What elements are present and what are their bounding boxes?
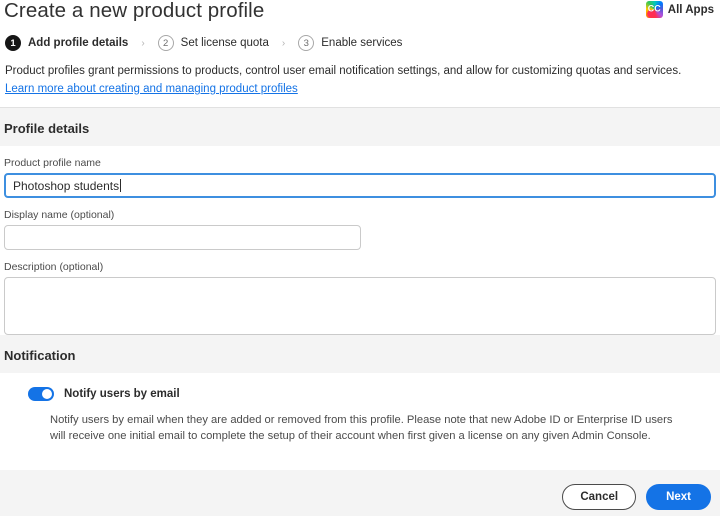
description-textarea[interactable] — [4, 277, 716, 335]
step-2-label: Set license quota — [180, 37, 269, 49]
step-enable-services[interactable]: 3 Enable services — [298, 35, 402, 51]
next-button[interactable]: Next — [646, 484, 711, 510]
step-separator-1: › — [141, 37, 145, 49]
notify-users-row: Notify users by email — [4, 387, 716, 401]
field-display-name: Display name (optional) — [4, 198, 716, 250]
step-3-badge: 3 — [298, 35, 315, 51]
product-profile-name-input[interactable]: Photoshop students — [4, 173, 716, 198]
step-set-license-quota[interactable]: 2 Set license quota — [157, 35, 269, 51]
page-title: Create a new product profile — [4, 0, 265, 22]
product-profile-name-label: Product profile name — [4, 157, 101, 169]
step-1-label: Add profile details — [28, 37, 129, 49]
description-label: Description (optional) — [4, 261, 104, 273]
page-header: Create a new product profile CC All Apps… — [0, 0, 720, 107]
product-profile-name-value: Photoshop students — [13, 178, 120, 193]
step-1-badge: 1 — [5, 35, 21, 51]
toggle-knob-icon — [42, 389, 52, 399]
notification-body-text: Notify users by email when they are adde… — [50, 414, 673, 442]
create-product-profile-page: Create a new product profile CC All Apps… — [0, 0, 720, 516]
notify-users-toggle[interactable] — [28, 387, 54, 401]
title-row: Create a new product profile CC All Apps — [4, 0, 716, 22]
display-name-input[interactable] — [4, 225, 361, 250]
notify-users-label: Notify users by email — [64, 388, 180, 400]
profile-details-card: Product profile name Photoshop students … — [0, 146, 720, 335]
intro-text: Product profiles grant permissions to pr… — [5, 65, 682, 77]
cancel-button[interactable]: Cancel — [562, 484, 637, 510]
profile-details-heading: Profile details — [4, 121, 90, 136]
step-separator-2: › — [281, 37, 286, 49]
field-product-profile-name: Product profile name Photoshop students — [4, 146, 716, 198]
step-2-badge: 2 — [157, 35, 174, 51]
all-apps-label: All Apps — [667, 3, 714, 16]
creative-cloud-icon: CC — [645, 1, 663, 18]
text-cursor — [120, 179, 122, 192]
notification-card: Notify users by email Notify users by em… — [0, 373, 720, 470]
step-3-label: Enable services — [321, 37, 403, 49]
intro-block: Product profiles grant permissions to pr… — [4, 64, 716, 97]
step-add-profile-details[interactable]: 1 Add profile details — [5, 35, 128, 51]
all-apps-indicator[interactable]: CC All Apps — [645, 0, 716, 18]
step-indicator: 1 Add profile details › 2 Set license qu… — [4, 35, 716, 51]
field-description: Description (optional) — [4, 250, 716, 335]
creative-cloud-glyph: CC — [647, 3, 661, 14]
display-name-label: Display name (optional) — [4, 209, 115, 221]
learn-more-link[interactable]: Learn more about creating and managing p… — [5, 82, 298, 97]
footer-actions: Cancel Next — [0, 478, 720, 516]
notification-heading: Notification — [4, 348, 76, 363]
